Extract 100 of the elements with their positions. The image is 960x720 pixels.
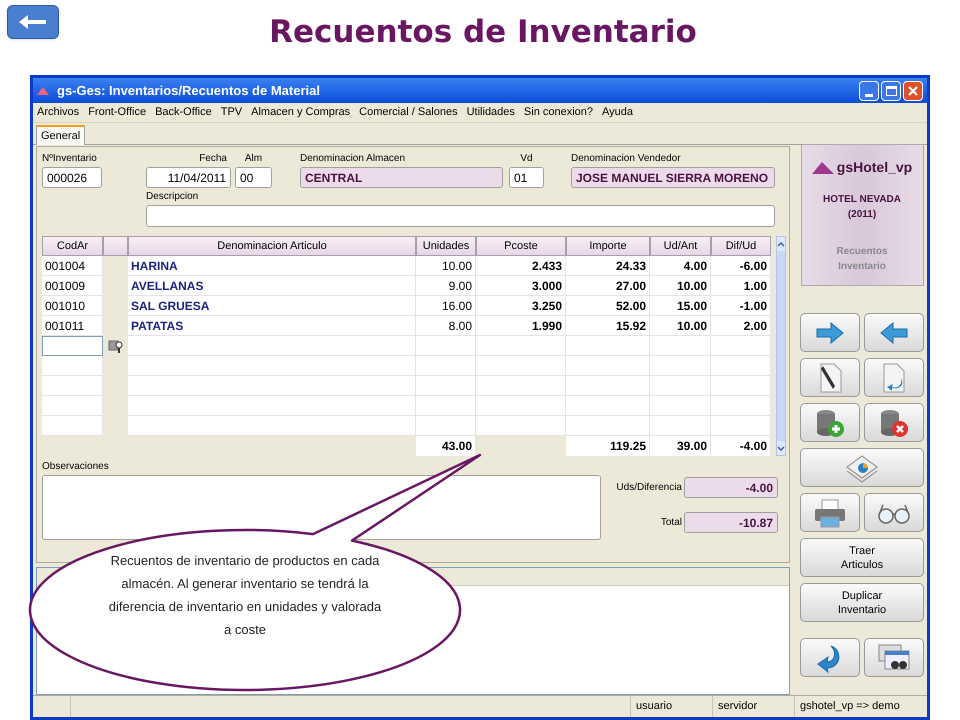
table-cell <box>416 396 476 416</box>
table-cell: 3.000 <box>476 276 566 296</box>
column-header[interactable]: Ud/Ant <box>650 236 711 256</box>
scroll-up-button[interactable] <box>777 237 785 251</box>
field-label: Observaciones <box>42 460 110 474</box>
table-cell <box>650 376 711 396</box>
toolbar-button[interactable] <box>800 403 860 442</box>
column-header[interactable]: Denominacion Articulo <box>128 236 416 256</box>
table-cell: 8.00 <box>416 316 476 336</box>
column-header[interactable]: Unidades <box>416 236 476 256</box>
input-field[interactable]: CENTRAL <box>300 167 503 188</box>
table-cell: 001010 <box>42 296 103 316</box>
column-header[interactable]: Dif/Ud <box>711 236 771 256</box>
menu-item[interactable]: TPV <box>220 104 242 121</box>
callout-text: Recuentos de inventario de productos en cada almacén. Al generar inventario se tendrá la diferencia de inventario en unidades y valorada a coste <box>108 552 382 639</box>
status-cell: servidor <box>712 696 794 717</box>
toolbar-button[interactable] <box>864 403 924 442</box>
menu-item[interactable]: Back-Office <box>155 104 212 121</box>
total-cell: 119.25 <box>566 436 650 456</box>
table-cell: 2.00 <box>711 316 771 336</box>
table-cell: HARINA <box>128 256 416 276</box>
column-header[interactable]: Pcoste <box>476 236 566 256</box>
report-pages-icon <box>845 452 879 482</box>
table-cell: 15.00 <box>650 296 711 316</box>
field-label: Denominacion Vendedor <box>571 152 682 166</box>
input-field[interactable]: JOSE MANUEL SIERRA MORENO <box>571 167 775 188</box>
table-cell <box>650 396 711 416</box>
input-field[interactable]: 11/04/2011 <box>146 167 231 188</box>
arrow-right-icon <box>815 322 845 344</box>
field-label: Uds/Diferencia <box>616 481 682 495</box>
total-cell: 43.00 <box>416 436 476 456</box>
maximize-button[interactable] <box>881 80 901 100</box>
table-cell: 52.00 <box>566 296 650 316</box>
table-cell <box>42 376 103 396</box>
table-cell: SAL GRUESA <box>128 296 416 316</box>
minimize-button[interactable] <box>859 80 879 100</box>
menu-item[interactable]: Ayuda <box>602 104 634 121</box>
input-field[interactable] <box>146 205 775 227</box>
table-cell <box>650 416 711 436</box>
table-cell: 9.00 <box>416 276 476 296</box>
toolbar-button[interactable] <box>864 313 924 352</box>
table-cell: -6.00 <box>711 256 771 276</box>
menu-item[interactable]: Almacen y Compras <box>251 104 350 121</box>
table-cell <box>711 416 771 436</box>
back-button[interactable] <box>7 5 59 39</box>
column-header[interactable]: CodAr <box>42 236 103 256</box>
menu-item[interactable]: Sin conexion? <box>524 104 594 121</box>
menu-item[interactable]: Front-Office <box>88 104 146 121</box>
table-cell: 16.00 <box>416 296 476 316</box>
table-cell <box>416 416 476 436</box>
menu-item[interactable]: Utilidades <box>466 104 515 121</box>
module-name: Inventario <box>838 260 886 274</box>
lookup-icon[interactable] <box>108 339 124 353</box>
table-cell <box>711 356 771 376</box>
toolbar-button[interactable] <box>800 313 860 352</box>
table-cell <box>711 336 771 356</box>
column-header[interactable]: Importe <box>566 236 650 256</box>
scrollbar[interactable] <box>776 236 786 456</box>
input-field[interactable]: 00 <box>235 167 272 188</box>
menu-item[interactable]: Comercial / Salones <box>359 104 458 121</box>
menu-item[interactable]: Archivos <box>37 104 80 121</box>
input-field[interactable]: 000026 <box>42 167 102 188</box>
database-delete-icon <box>879 408 909 438</box>
table-cell <box>650 356 711 376</box>
minimize-icon <box>865 94 873 96</box>
toolbar-button[interactable] <box>864 638 924 677</box>
brand-name: gsHotel_vp <box>836 158 912 177</box>
field-label: Descripcion <box>146 190 200 204</box>
hotel-name: HOTEL NEVADA <box>823 193 901 207</box>
table-cell: PATATAS <box>128 316 416 336</box>
arrow-left-icon <box>18 14 48 30</box>
field-label: Total <box>660 516 682 530</box>
table-cell: 2.433 <box>476 256 566 276</box>
action-button[interactable]: Traer Articulos <box>800 538 924 577</box>
table-cell <box>416 336 476 356</box>
maximize-icon <box>886 86 896 96</box>
action-button[interactable]: Duplicar Inventario <box>800 583 924 622</box>
table-cell <box>711 376 771 396</box>
database-plus-icon <box>815 408 845 438</box>
close-button[interactable] <box>903 80 923 100</box>
table-cell: AVELLANAS <box>128 276 416 296</box>
total-cell: 39.00 <box>650 436 711 456</box>
input-field[interactable]: 01 <box>509 167 544 188</box>
arrow-left-icon <box>879 322 909 344</box>
status-cell: gshotel_vp => demo <box>794 696 927 717</box>
field-label: Fecha <box>198 152 228 166</box>
hotel-year: (2011) <box>848 208 876 222</box>
window-title: gs-Ges: Inventarios/Recuentos de Material <box>57 82 320 100</box>
toolbar-button[interactable] <box>800 638 860 677</box>
scroll-down-button[interactable] <box>777 441 785 455</box>
input-field: -4.00 <box>684 477 778 498</box>
table-cell: 001011 <box>42 316 103 336</box>
total-cell: -4.00 <box>711 436 771 456</box>
table-cell: 24.33 <box>566 256 650 276</box>
toolbar-button[interactable] <box>864 493 924 532</box>
toolbar-button[interactable] <box>800 358 860 397</box>
input-field[interactable] <box>42 336 103 356</box>
tab[interactable]: General <box>36 125 86 145</box>
app-logo-icon <box>37 86 49 94</box>
slide-title: Recuentos de Inventario <box>268 13 698 52</box>
